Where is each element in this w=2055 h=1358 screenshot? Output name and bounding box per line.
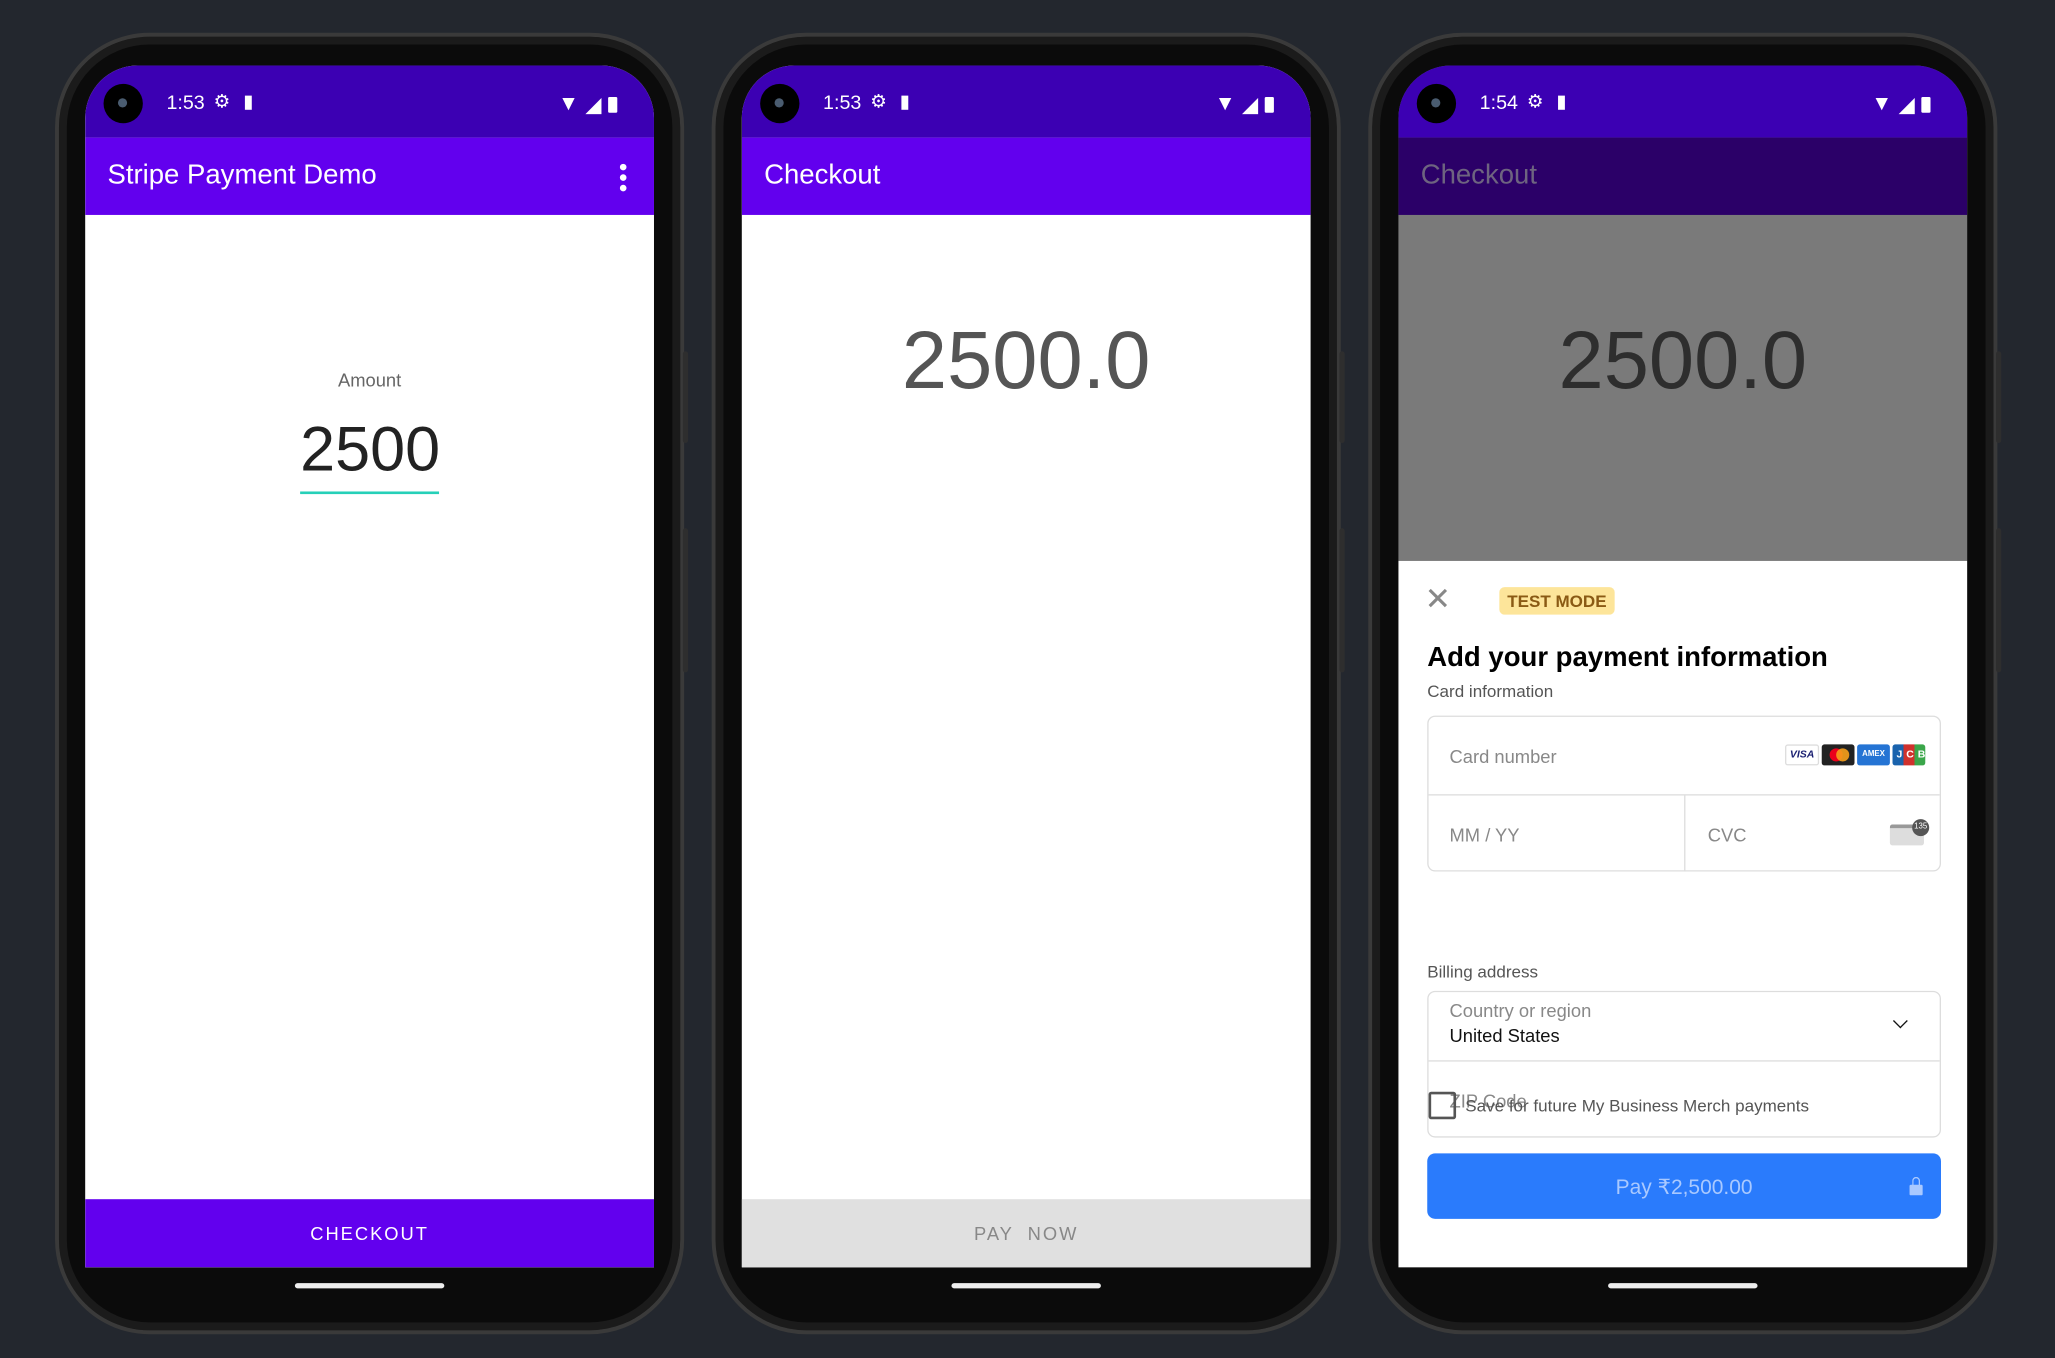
- overflow-menu-icon[interactable]: [619, 163, 628, 192]
- signal-icon: ◢: [1898, 94, 1915, 117]
- cvc-placeholder: CVC: [1707, 824, 1747, 846]
- home-indicator[interactable]: [1608, 1283, 1758, 1289]
- expiry-placeholder: MM / YY: [1449, 824, 1520, 846]
- screen-checkout: 1:53 ⚙ ▮ ▼ ◢ Checkout 2500.0 PAY NOW: [741, 65, 1311, 1268]
- battery-icon: [1264, 96, 1274, 113]
- jcb-icon: JCB: [1892, 744, 1926, 766]
- phone-frame-2: 1:53 ⚙ ▮ ▼ ◢ Checkout 2500.0 PAY NOW: [711, 32, 1345, 1335]
- status-bar: 1:53 ⚙ ▮ ▼ ◢: [741, 65, 1311, 138]
- amount-display: 2500.0: [1558, 315, 1808, 407]
- settings-icon: ⚙: [213, 90, 231, 112]
- card-number-field[interactable]: Card number VISA AMEX JCB: [1428, 717, 1940, 796]
- status-time: 1:53: [823, 91, 862, 115]
- app-bar: Checkout: [1398, 137, 1968, 215]
- settings-icon: ⚙: [1526, 90, 1544, 112]
- wifi-icon: ▼: [1214, 93, 1236, 116]
- country-label: Country or region: [1449, 999, 1592, 1021]
- country-select[interactable]: Country or region United States: [1428, 992, 1940, 1062]
- sheet-heading: Add your payment information: [1427, 642, 1828, 673]
- save-checkbox-label[interactable]: Save for future My Business Merch paymen…: [1465, 1096, 1809, 1116]
- test-mode-badge: TEST MODE: [1499, 587, 1615, 615]
- app-bar: Checkout: [741, 137, 1311, 215]
- camera-cutout: [760, 83, 800, 124]
- amex-icon: AMEX: [1857, 744, 1890, 766]
- cvc-field[interactable]: CVC 135: [1685, 796, 1942, 872]
- status-time: 1:53: [166, 91, 205, 115]
- billing-form: Country or region United States ZIP Code: [1427, 990, 1941, 1138]
- visa-icon: VISA: [1785, 744, 1820, 766]
- status-time: 1:54: [1479, 91, 1518, 115]
- checkout-button[interactable]: CHECKOUT: [85, 1199, 654, 1268]
- camera-cutout: [103, 83, 143, 124]
- camera-cutout: [1416, 83, 1457, 124]
- expiry-field[interactable]: MM / YY: [1429, 795, 1686, 872]
- status-bar: 1:53 ⚙ ▮ ▼ ◢: [85, 65, 654, 138]
- app-title: Checkout: [1420, 159, 1537, 191]
- signal-icon: ◢: [585, 94, 602, 117]
- pay-button-label: Pay ₹2,500.00: [1615, 1176, 1753, 1200]
- settings-icon: ⚙: [870, 90, 887, 112]
- amount-input[interactable]: 2500: [300, 414, 440, 495]
- card-form: Card number VISA AMEX JCB MM / YY CVC: [1427, 715, 1942, 872]
- wifi-icon: ▼: [1871, 93, 1893, 116]
- mastercard-icon: [1821, 744, 1855, 766]
- sd-card-icon: ▮: [899, 90, 910, 112]
- screen-amount-entry: 1:53 ⚙ ▮ ▼ ◢ Stripe Payment Demo Amount 25…: [85, 65, 654, 1268]
- amount-label: Amount: [337, 369, 402, 391]
- home-indicator[interactable]: [294, 1283, 445, 1289]
- payment-sheet: ✕ TEST MODE Add your payment information…: [1398, 560, 1968, 1268]
- screen-payment-sheet: 1:54 ⚙ ▮ ▼ ◢ Checkout 2500.0 ✕ TEST MODE A…: [1398, 65, 1968, 1268]
- status-bar: 1:54 ⚙ ▮ ▼ ◢: [1398, 65, 1968, 138]
- battery-icon: [608, 96, 618, 113]
- phone-frame-3: 1:54 ⚙ ▮ ▼ ◢ Checkout 2500.0 ✕ TEST MODE A…: [1368, 32, 2002, 1335]
- app-title: Stripe Payment Demo: [107, 159, 377, 191]
- billing-address-label: Billing address: [1427, 961, 1539, 982]
- wifi-icon: ▼: [558, 93, 579, 116]
- card-info-label: Card information: [1427, 681, 1554, 702]
- close-icon[interactable]: ✕: [1425, 584, 1451, 616]
- card-number-placeholder: Card number: [1449, 745, 1557, 767]
- app-title: Checkout: [764, 159, 881, 191]
- pay-button[interactable]: Pay ₹2,500.00: [1427, 1153, 1941, 1219]
- sd-card-icon: ▮: [1556, 90, 1567, 112]
- sd-card-icon: ▮: [243, 90, 254, 112]
- battery-icon: [1921, 96, 1931, 113]
- app-bar: Stripe Payment Demo: [85, 137, 654, 215]
- chevron-down-icon: [1892, 1013, 1908, 1029]
- pay-now-button[interactable]: PAY NOW: [741, 1199, 1311, 1268]
- amount-display: 2500.0: [901, 315, 1151, 407]
- home-indicator[interactable]: [951, 1283, 1101, 1289]
- signal-icon: ◢: [1242, 94, 1259, 117]
- country-value: United States: [1449, 1024, 1560, 1046]
- save-checkbox[interactable]: [1428, 1091, 1457, 1120]
- cvc-icon-number: 135: [1912, 819, 1930, 837]
- phone-frame-1: 1:53 ⚙ ▮ ▼ ◢ Stripe Payment Demo Amount 25…: [55, 32, 689, 1335]
